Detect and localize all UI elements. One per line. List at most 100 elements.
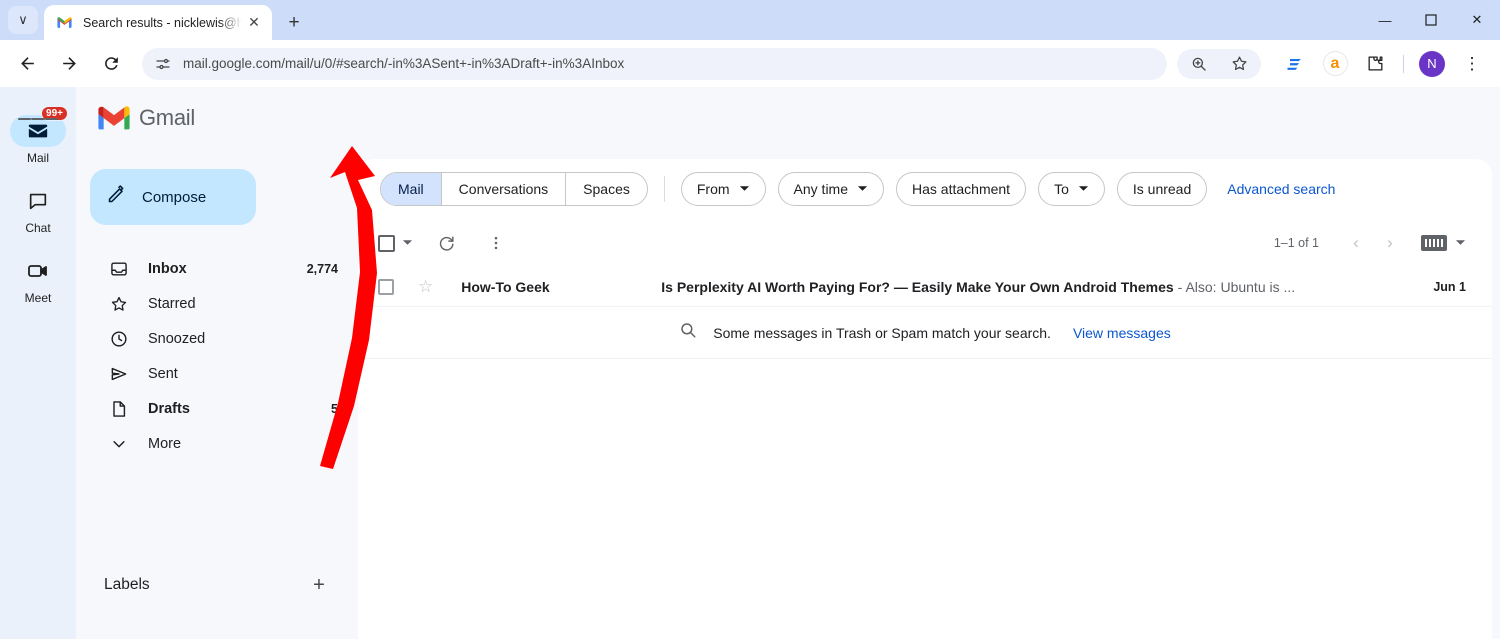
sidebar-item-sent[interactable]: Sent bbox=[76, 356, 356, 391]
sidebar-item-drafts[interactable]: Drafts 5 bbox=[76, 391, 356, 426]
table-row[interactable]: ☆ How-To Geek Is Perplexity AI Worth Pay… bbox=[358, 267, 1492, 307]
rail-item-label-meet: Meet bbox=[24, 291, 52, 305]
chevron-down-icon bbox=[108, 435, 130, 453]
tab-search-chevron-glyph: ∨ bbox=[18, 12, 28, 27]
tab-close-icon[interactable]: ✕ bbox=[244, 13, 264, 33]
site-settings-icon[interactable] bbox=[154, 55, 172, 73]
zoom-icon[interactable] bbox=[1184, 49, 1214, 79]
pencil-icon bbox=[106, 184, 127, 210]
hamburger-line bbox=[31, 118, 45, 120]
main-menu-hamburger-icon[interactable] bbox=[18, 99, 58, 139]
labels-title: Labels bbox=[104, 576, 150, 593]
sidebar-item-label-sent: Sent bbox=[148, 365, 178, 382]
input-tools-keyboard-icon[interactable] bbox=[1421, 235, 1447, 251]
message-list-toolbar: 1–1 of 1 ‹ › bbox=[358, 219, 1492, 267]
pagination-next-button[interactable]: › bbox=[1373, 226, 1407, 260]
create-label-button[interactable]: + bbox=[304, 570, 334, 600]
sidebar-count-inbox: 2,774 bbox=[306, 261, 338, 276]
reload-button[interactable] bbox=[94, 47, 128, 81]
tab-conversations[interactable]: Conversations bbox=[442, 173, 567, 205]
chevron-down-icon bbox=[1078, 181, 1089, 197]
filter-chip-label-from: From bbox=[696, 181, 730, 197]
trash-spam-notice-text: Some messages in Trash or Spam match you… bbox=[713, 324, 1051, 341]
pagination-range: 1–1 of 1 bbox=[1273, 236, 1319, 250]
inbox-icon bbox=[108, 259, 130, 279]
rail-item-label-mail: Mail bbox=[26, 151, 49, 165]
select-all-chevron-down-icon[interactable] bbox=[402, 237, 413, 250]
view-messages-link[interactable]: View messages bbox=[1073, 325, 1171, 341]
window-minimize-button[interactable]: — bbox=[1362, 0, 1408, 40]
hamburger-line bbox=[44, 118, 58, 120]
meet-camera-icon bbox=[10, 255, 66, 287]
row-select-checkbox[interactable] bbox=[378, 278, 394, 295]
input-tools-chevron-down-icon[interactable] bbox=[1455, 237, 1466, 250]
gmail-favicon-icon bbox=[56, 14, 73, 31]
browser-profile-avatar[interactable]: N bbox=[1417, 49, 1447, 79]
search-filter-bar: Mail Conversations Spaces From Any time bbox=[358, 159, 1492, 219]
omnibox-action-group bbox=[1177, 48, 1261, 79]
gmail-sidebar: Compose Inbox 2,774 Starred Snoozed Sent… bbox=[76, 87, 356, 639]
refresh-icon[interactable] bbox=[429, 226, 463, 260]
filter-chip-any-time[interactable]: Any time bbox=[777, 172, 885, 206]
browser-tab[interactable]: Search results - nicklewis@how ✕ bbox=[44, 5, 272, 40]
sidebar-item-label-starred: Starred bbox=[148, 295, 196, 312]
filter-chip-from[interactable]: From bbox=[680, 172, 766, 206]
sidebar-item-snoozed[interactable]: Snoozed bbox=[76, 321, 356, 356]
screenshot-root: ∨ Search results - nicklewis@how ✕ + — ✕… bbox=[0, 0, 1500, 639]
more-vertical-icon[interactable] bbox=[479, 226, 513, 260]
filter-chip-label-to: To bbox=[1054, 181, 1069, 197]
filter-chip-label-any-time: Any time bbox=[793, 181, 849, 197]
editor-extension-icon[interactable] bbox=[1280, 49, 1310, 79]
gmail-folder-list: Inbox 2,774 Starred Snoozed Sent Drafts … bbox=[76, 251, 356, 461]
filter-chip-label-is-unread: Is unread bbox=[1132, 181, 1192, 197]
filter-chip-is-unread[interactable]: Is unread bbox=[1116, 172, 1208, 206]
gmail-main-panel: Mail Conversations Spaces From Any time bbox=[358, 159, 1492, 639]
sidebar-item-label-snoozed: Snoozed bbox=[148, 330, 206, 347]
rail-item-meet[interactable]: Meet bbox=[0, 249, 76, 311]
chrome-menu-icon[interactable]: ⋮ bbox=[1457, 49, 1487, 79]
message-date: Jun 1 bbox=[1433, 279, 1466, 294]
message-sender: How-To Geek bbox=[461, 278, 550, 295]
forward-button[interactable] bbox=[52, 47, 86, 81]
hamburger-line bbox=[18, 118, 32, 120]
send-icon bbox=[108, 364, 130, 384]
keyboard-keys bbox=[1425, 239, 1443, 247]
window-close-button[interactable]: ✕ bbox=[1454, 0, 1500, 40]
sidebar-item-inbox[interactable]: Inbox 2,774 bbox=[76, 251, 356, 286]
browser-toolbar: mail.google.com/mail/u/0/#search/-in%3AS… bbox=[0, 40, 1500, 87]
select-all-checkbox[interactable] bbox=[378, 234, 395, 252]
sidebar-item-label-drafts: Drafts bbox=[148, 400, 190, 417]
browser-toolbar-actions: a N ⋮ bbox=[1177, 48, 1500, 79]
tab-spaces[interactable]: Spaces bbox=[566, 173, 647, 205]
tab-search-chevron-icon[interactable]: ∨ bbox=[8, 6, 38, 34]
advanced-search-link[interactable]: Advanced search bbox=[1227, 181, 1335, 197]
filter-divider bbox=[663, 176, 665, 202]
toolbar-divider bbox=[1403, 54, 1404, 73]
extensions-puzzle-icon[interactable] bbox=[1360, 49, 1390, 79]
browser-tab-title: Search results - nicklewis@how bbox=[83, 15, 242, 30]
sidebar-item-label-more: More bbox=[148, 435, 182, 452]
chat-icon bbox=[10, 185, 66, 217]
search-icon bbox=[679, 321, 697, 344]
back-button[interactable] bbox=[10, 47, 44, 81]
bookmark-star-icon[interactable] bbox=[1224, 49, 1254, 79]
pagination-prev-button[interactable]: ‹ bbox=[1339, 226, 1373, 260]
draft-page-icon bbox=[108, 399, 130, 419]
rail-item-chat[interactable]: Chat bbox=[0, 179, 76, 241]
star-icon bbox=[108, 294, 130, 314]
star-icon[interactable]: ☆ bbox=[418, 277, 433, 297]
search-scope-segmented: Mail Conversations Spaces bbox=[380, 172, 648, 206]
compose-button[interactable]: Compose bbox=[90, 169, 256, 225]
new-tab-button[interactable]: + bbox=[280, 9, 308, 37]
filter-chip-has-attachment[interactable]: Has attachment bbox=[896, 172, 1027, 206]
address-bar-url: mail.google.com/mail/u/0/#search/-in%3AS… bbox=[183, 56, 625, 71]
sidebar-item-more[interactable]: More bbox=[76, 426, 356, 461]
window-maximize-button[interactable] bbox=[1408, 0, 1454, 40]
chevron-down-icon bbox=[739, 181, 750, 197]
amazon-extension-icon[interactable]: a bbox=[1320, 49, 1350, 79]
filter-chip-to[interactable]: To bbox=[1038, 172, 1105, 206]
browser-tab-strip: ∨ Search results - nicklewis@how ✕ + — ✕ bbox=[0, 0, 1500, 40]
address-bar[interactable]: mail.google.com/mail/u/0/#search/-in%3AS… bbox=[142, 47, 1167, 80]
sidebar-item-starred[interactable]: Starred bbox=[76, 286, 356, 321]
tab-mail[interactable]: Mail bbox=[381, 173, 442, 205]
